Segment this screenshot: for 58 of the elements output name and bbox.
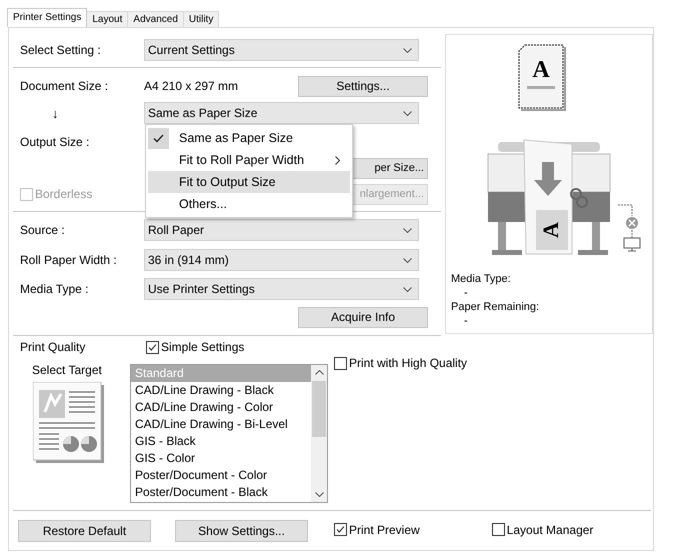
field-label: Output Size : [20, 135, 90, 149]
acquire-info-button[interactable]: Acquire Info [298, 306, 428, 328]
paper-remaining-value: - [463, 314, 469, 328]
list-item[interactable]: GIS - Color [131, 450, 311, 466]
page-drawing: A [517, 44, 567, 112]
section-title: Print Quality [20, 340, 86, 354]
dropdown[interactable]: 36 in (914 mm) [144, 249, 419, 271]
scroll-up-icon[interactable] [314, 370, 324, 374]
list-item[interactable]: CAD/Line Drawing - Bi-Level [131, 416, 311, 432]
field-label: Document Size : [20, 79, 110, 93]
checkbox[interactable] [492, 523, 505, 536]
scroll-down-icon[interactable] [314, 492, 324, 496]
checkbox-label: Print Preview [349, 522, 420, 537]
media-type-value: - [463, 286, 469, 300]
dropdown[interactable]: Use Printer Settings [144, 278, 419, 300]
field-label: Select Target [32, 363, 103, 377]
checkbox[interactable] [334, 523, 347, 536]
tab[interactable]: Utility [182, 11, 220, 27]
checkbox-label: Borderless [35, 187, 92, 201]
field-label: Roll Paper Width : [20, 253, 118, 267]
field-label: Select Setting : [20, 43, 102, 57]
media-type-label: Media Type: [450, 272, 512, 286]
dropdown[interactable]: Current Settings [144, 39, 419, 61]
check-icon [153, 134, 164, 142]
menu-item[interactable]: Same as Paper Size [148, 127, 350, 149]
show-settings-button[interactable]: Show Settings... [175, 520, 308, 542]
checkbox[interactable] [146, 340, 159, 354]
chevron-icon [403, 228, 412, 232]
list-item[interactable]: GIS - Black [131, 432, 311, 450]
connection-error-icon [618, 204, 642, 252]
menu-item[interactable]: Fit to Output Size [148, 171, 350, 193]
target-list[interactable]: Standard CAD/Line Drawing - Black CAD/Line Drawing - Color CAD/Line Drawing - Bi-Level GIS - Black GIS - Color Poster/Document - Color Poster/Document - Black [130, 364, 328, 502]
chevron-icon [403, 286, 412, 292]
printer-drawing: A [484, 132, 614, 260]
document-size-value: A4 210 x 297 mm [144, 79, 238, 93]
list-item[interactable]: Poster/Document - Black [131, 484, 311, 500]
scrollbar[interactable] [311, 364, 327, 502]
tab[interactable]: Printer Settings [7, 8, 88, 27]
list-item[interactable]: CAD/Line Drawing - Black [131, 382, 311, 398]
checkbox-label: Simple Settings [161, 340, 244, 354]
list-item[interactable]: Poster/Document - Color [131, 466, 311, 484]
checkbox-label: Print with High Quality [349, 356, 468, 370]
dropdown[interactable]: Roll Paper [144, 219, 419, 241]
dropdown[interactable]: Same as Paper Size [144, 102, 419, 124]
tab[interactable]: Advanced [127, 11, 184, 27]
settings-button[interactable]: Settings... [298, 76, 428, 96]
list-item[interactable]: CAD/Line Drawing - Color [131, 398, 311, 416]
tab[interactable]: Layout [86, 11, 128, 27]
paper-remaining-label: Paper Remaining: [450, 300, 540, 314]
chevron-icon [403, 48, 412, 52]
field-label: Media Type : [20, 282, 90, 296]
down-arrow: ↓ [51, 106, 60, 120]
chevron-icon [403, 258, 412, 262]
checkbox-label: Layout Manager [506, 522, 594, 537]
chevron-icon [403, 110, 412, 116]
restore-default-button[interactable]: Restore Default [18, 520, 151, 542]
field-label: Source : [20, 223, 66, 237]
checkbox[interactable] [334, 356, 347, 370]
